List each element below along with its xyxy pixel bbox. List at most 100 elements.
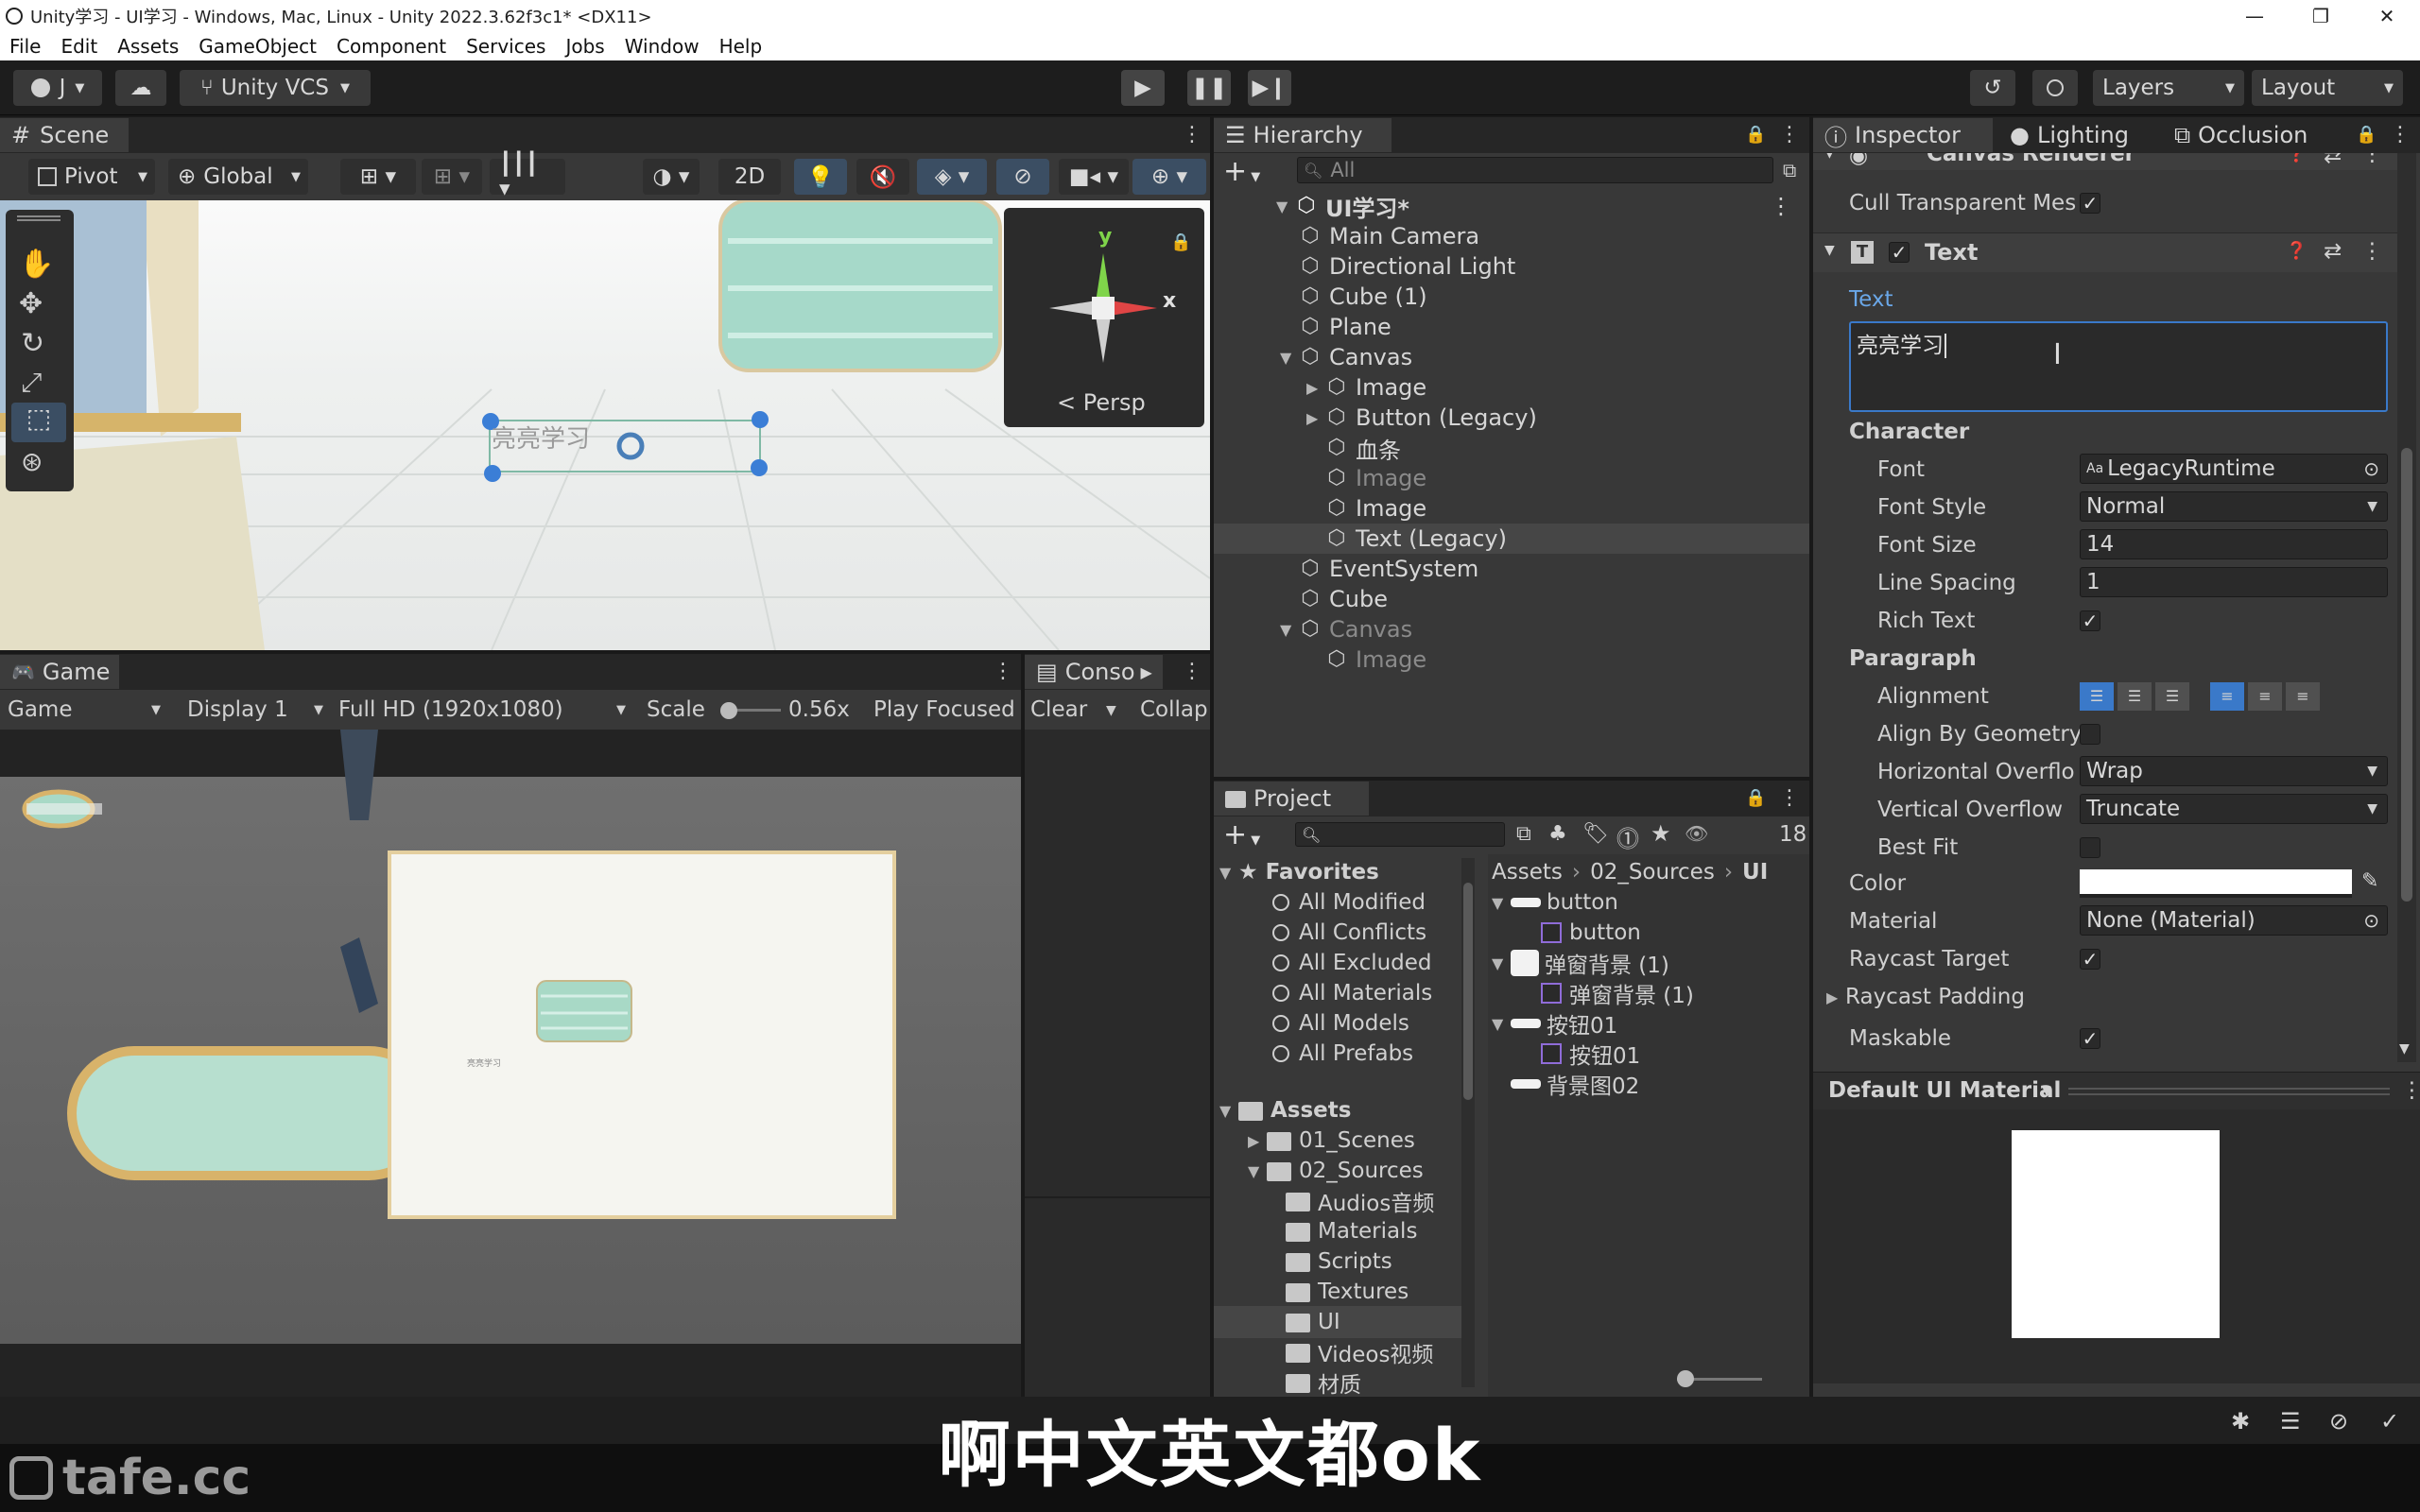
scene-viewport[interactable]: 亮亮学习 ✋ ✥ ↻ ⤢ ⬚ ⊛ 🔒 y x < Persp bbox=[0, 200, 1210, 650]
expand-arrow-icon[interactable]: ▼ bbox=[1824, 243, 1835, 258]
audio-toggle[interactable]: 🔇 bbox=[856, 159, 909, 195]
scale-slider-handle[interactable] bbox=[720, 702, 737, 719]
more-icon[interactable]: ⋮ bbox=[1779, 124, 1800, 146]
tab-lighting[interactable]: ● Lighting bbox=[1998, 118, 2163, 152]
folder-item[interactable]: ▶ 01_Scenes bbox=[1214, 1125, 1461, 1157]
help-icon[interactable]: ❓ bbox=[2286, 153, 2307, 163]
rotate-tool-icon[interactable]: ↻ bbox=[21, 327, 44, 360]
tab-hierarchy[interactable]: ☰ Hierarchy bbox=[1214, 118, 1392, 152]
hierarchy-item[interactable]: ▼ ⬡ Canvas bbox=[1214, 614, 1809, 644]
folder-item[interactable]: Textures bbox=[1214, 1276, 1461, 1308]
game-viewport[interactable]: 亮亮学习 bbox=[0, 730, 1021, 1397]
favorites-item[interactable]: All Conflicts bbox=[1272, 917, 1426, 949]
hierarchy-item[interactable]: ▼ ⬡ Canvas bbox=[1214, 342, 1809, 372]
expand-arrow-icon[interactable]: ▼ bbox=[1492, 954, 1511, 972]
account-button[interactable]: J ▼ bbox=[13, 70, 102, 106]
hierarchy-item[interactable]: ⬡ 血条 bbox=[1214, 433, 1809, 464]
add-icon[interactable]: + ▼ bbox=[1223, 155, 1260, 188]
icon-size-slider-handle[interactable] bbox=[1677, 1370, 1694, 1387]
tab-occlusion[interactable]: ⧉ Occlusion bbox=[2163, 118, 2342, 152]
favorites-item[interactable]: All Materials bbox=[1272, 977, 1432, 1009]
scrollbar-thumb[interactable] bbox=[2401, 448, 2412, 902]
rect-tool-icon[interactable]: ⬚ bbox=[11, 403, 66, 442]
expand-arrow-icon[interactable]: ▼ bbox=[1280, 621, 1299, 639]
expand-arrow-icon[interactable]: ▼ bbox=[1219, 1102, 1238, 1120]
expand-arrow-icon[interactable]: ▼ bbox=[1276, 198, 1295, 215]
expand-arrow-icon[interactable]: ▶ bbox=[1248, 1132, 1267, 1150]
pivot-dropdown[interactable]: Pivot ▼ bbox=[28, 159, 155, 195]
favorites-header[interactable]: ▼ ★ Favorites bbox=[1219, 856, 1379, 888]
menu-help[interactable]: Help bbox=[719, 35, 763, 58]
scroll-down-icon[interactable]: ▼ bbox=[2399, 1041, 2410, 1057]
lock-icon[interactable]: 🔒 bbox=[1745, 788, 1766, 808]
hierarchy-item[interactable]: ⬡ Cube (1) bbox=[1214, 282, 1809, 312]
tab-inspector[interactable]: ⓘ Inspector bbox=[1813, 118, 1993, 152]
align-center-icon[interactable]: ☰ bbox=[2118, 682, 2152, 711]
pause-button[interactable]: ❚❚ bbox=[1187, 70, 1231, 106]
preset-icon[interactable]: ⇄ bbox=[2324, 239, 2342, 264]
layout-dropdown[interactable]: Layout ▼ bbox=[2252, 70, 2403, 106]
align-by-geometry-checkbox[interactable] bbox=[2080, 724, 2100, 745]
material-preview-header[interactable]: Default UI Material ▼ ⋮ bbox=[1813, 1072, 2420, 1109]
breadcrumb-assets[interactable]: Assets bbox=[1492, 860, 1563, 885]
ruler-button[interactable]: ┃┃┃ ▾ bbox=[490, 152, 565, 201]
asset-item[interactable]: ▼ button bbox=[1492, 886, 1618, 919]
scene-visibility-icon[interactable]: ⧉ bbox=[1783, 159, 1796, 181]
hierarchy-item[interactable]: ⬡ Image bbox=[1214, 463, 1809, 493]
search-button[interactable] bbox=[2032, 70, 2078, 106]
menu-window[interactable]: Window bbox=[625, 35, 700, 58]
more-icon[interactable]: ⋮ bbox=[1779, 787, 1800, 810]
maximize-button[interactable]: ❐ bbox=[2288, 0, 2354, 32]
tab-scene[interactable]: # Scene bbox=[0, 118, 129, 152]
history-button[interactable]: ↺ bbox=[1970, 70, 2015, 106]
drag-handle-icon[interactable] bbox=[2068, 1088, 2390, 1095]
menu-component[interactable]: Component bbox=[337, 35, 446, 58]
warning-filter-icon[interactable]: ⓵ bbox=[1616, 820, 1639, 853]
favorite-star-icon[interactable]: ★ bbox=[1651, 820, 1671, 847]
lock-icon[interactable]: 🔒 bbox=[2356, 125, 2377, 145]
asset-item[interactable]: ▼ 弹窗背景 (1) bbox=[1492, 947, 1669, 979]
vertical-overflow-dropdown[interactable]: Truncate bbox=[2080, 794, 2388, 824]
asset-item[interactable]: 背景图02 bbox=[1492, 1068, 1639, 1100]
vcs-button[interactable]: ⑂ Unity VCS ▼ bbox=[180, 70, 371, 106]
font-field[interactable]: Aa LegacyRuntime ⊙ bbox=[2080, 454, 2388, 484]
more-icon[interactable]: ⋮ bbox=[2361, 153, 2383, 166]
favorites-item[interactable]: All Models bbox=[1272, 1007, 1409, 1040]
console-collapse-button[interactable]: Collap bbox=[1140, 694, 1208, 726]
more-icon[interactable]: ⋮ bbox=[993, 661, 1013, 683]
menu-edit[interactable]: Edit bbox=[60, 35, 97, 58]
align-left-icon[interactable]: ☰ bbox=[2080, 682, 2114, 711]
menu-gameobject[interactable]: GameObject bbox=[199, 35, 317, 58]
close-button[interactable]: ✕ bbox=[2354, 0, 2420, 32]
text-value-textarea[interactable]: 亮亮学习 bbox=[1849, 321, 2388, 412]
orientation-gizmo[interactable]: 🔒 y x < Persp bbox=[1004, 208, 1204, 427]
horizontal-overflow-dropdown[interactable]: Wrap bbox=[2080, 756, 2388, 786]
console-clear-button[interactable]: Clear bbox=[1030, 694, 1087, 726]
expand-arrow-icon[interactable]: ▼ bbox=[1219, 864, 1238, 882]
assets-header[interactable]: ▼ Assets bbox=[1219, 1094, 1351, 1126]
gizmos-button[interactable]: ⊕ ▾ bbox=[1132, 159, 1206, 195]
hierarchy-search-input[interactable]: 🔍︎ All bbox=[1297, 157, 1773, 183]
hierarchy-item[interactable]: ⬡ Cube bbox=[1214, 584, 1809, 614]
move-tool-icon[interactable]: ✥ bbox=[19, 287, 43, 320]
eyedropper-icon[interactable]: ✎ bbox=[2361, 869, 2378, 893]
favorites-item[interactable]: All Prefabs bbox=[1272, 1038, 1413, 1070]
search-scope-icon[interactable]: ⧉ bbox=[1516, 822, 1531, 846]
console-log-area[interactable] bbox=[1025, 730, 1210, 1397]
tab-project[interactable]: Project bbox=[1214, 782, 1369, 816]
lock-icon[interactable]: 🔒 bbox=[1745, 125, 1766, 145]
font-style-dropdown[interactable]: Normal bbox=[2080, 491, 2388, 522]
add-icon[interactable]: + ▼ bbox=[1223, 818, 1260, 851]
maskable-checkbox[interactable]: ✓ bbox=[2080, 1028, 2100, 1049]
grid-snap-button[interactable]: ⊞ ▾ bbox=[340, 159, 416, 195]
tab-console[interactable]: ▤ Conso ▶ bbox=[1025, 655, 1163, 689]
text-enabled-checkbox[interactable]: ✓ bbox=[1889, 242, 1910, 263]
game-mode-dropdown[interactable]: Game ▼ bbox=[8, 694, 166, 726]
expand-arrow-icon[interactable]: ▶ bbox=[1826, 988, 1845, 1006]
minimize-button[interactable]: — bbox=[2221, 0, 2288, 32]
more-icon[interactable]: ⋮ bbox=[1182, 124, 1202, 146]
effects-toggle[interactable]: ◈ ▾ bbox=[917, 159, 987, 195]
expand-arrow-icon[interactable]: ▼ bbox=[1492, 1015, 1511, 1033]
camera-button[interactable]: ■◂ ▾ bbox=[1059, 159, 1129, 195]
transform-tool-icon[interactable]: ⊛ bbox=[21, 446, 43, 477]
